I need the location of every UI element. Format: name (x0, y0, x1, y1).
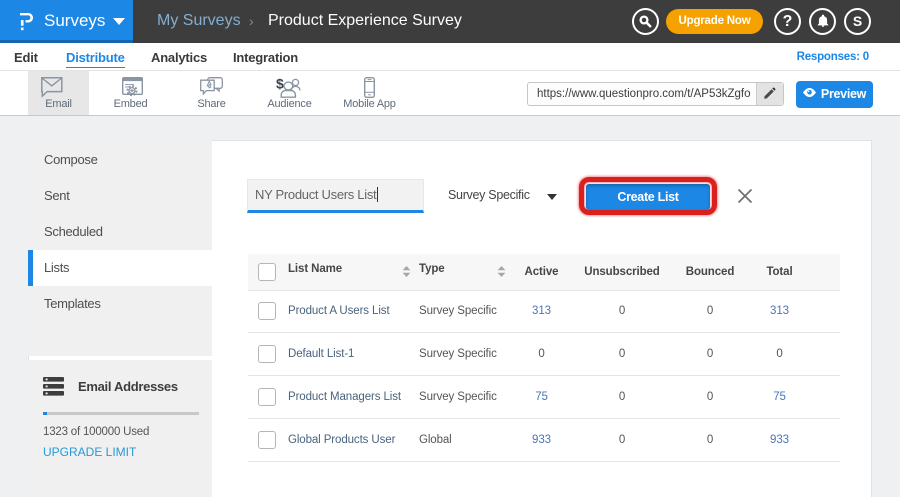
svg-text:$: $ (276, 76, 284, 92)
